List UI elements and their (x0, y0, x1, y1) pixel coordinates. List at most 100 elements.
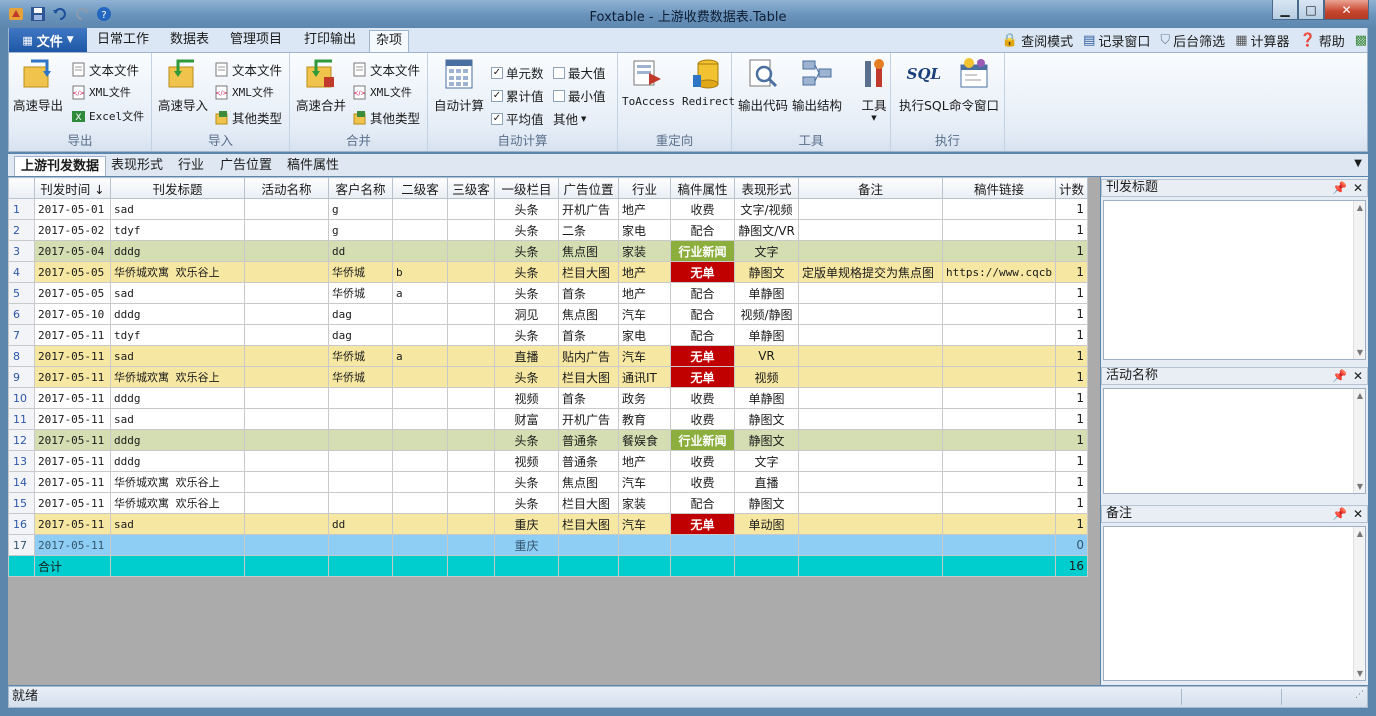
cell-l3[interactable] (447, 240, 495, 262)
cell-act[interactable] (244, 282, 329, 304)
cell-l2[interactable] (392, 492, 448, 514)
cell-cnt[interactable]: 1 (1054, 240, 1088, 262)
cell-attr[interactable]: 无单 (670, 366, 735, 388)
table-row[interactable]: 9 2017-05-11 华侨城欢寓 欢乐谷上 华侨城 头条 栏目大图 通讯IT 无单 视频 1 (8, 366, 1088, 388)
cell-cnt[interactable]: 1 (1054, 387, 1088, 409)
cell-attr[interactable]: 配合 (670, 303, 735, 325)
fast-merge-button[interactable]: 高速合并 (296, 57, 346, 114)
scrollbar[interactable]: ▲ ▼ (1353, 201, 1365, 359)
fast-import-button[interactable]: 高速导入 (158, 57, 208, 114)
export-code-button[interactable]: 输出代码 (738, 57, 788, 114)
tab-daily-work[interactable]: 日常工作 (91, 30, 155, 52)
row-number[interactable]: 4 (8, 261, 35, 283)
cell-ind[interactable]: 家装 (618, 240, 671, 262)
scroll-up-icon[interactable]: ▲ (1354, 529, 1366, 538)
redirect-button[interactable]: Redirect (682, 57, 735, 108)
cell-note[interactable] (798, 219, 943, 241)
cell-col[interactable]: 头条 (494, 366, 559, 388)
cumulative-checkbox[interactable]: ✓ 累计值 (491, 86, 544, 105)
cell-pos[interactable] (558, 534, 619, 556)
cell-note[interactable]: 定版单规格提交为焦点图 (798, 261, 943, 283)
row-number[interactable]: 17 (8, 534, 35, 556)
cell-date[interactable]: 2017-05-11 (34, 429, 111, 451)
cell-l2[interactable] (392, 198, 448, 220)
table-row[interactable]: 13 2017-05-11 dddg 视频 普通条 地产 收费 文字 1 (8, 450, 1088, 472)
column-header[interactable]: 客户名称 (328, 177, 393, 199)
maximize-button[interactable]: □ (1298, 0, 1324, 20)
cell-pos[interactable]: 首条 (558, 324, 619, 346)
cell-date[interactable]: 2017-05-11 (34, 450, 111, 472)
table-row[interactable]: 8 2017-05-11 sad 华侨城 a 直播 贴内广告 汽车 无单 VR 1 (8, 345, 1088, 367)
close-icon[interactable]: ✕ (1353, 368, 1363, 384)
lookup-mode-button[interactable]: 🔒 查阅模式 (1002, 31, 1073, 50)
cell-title[interactable]: sad (110, 282, 245, 304)
cell-link[interactable] (942, 345, 1056, 367)
cell-date[interactable]: 2017-05-11 (34, 408, 111, 430)
cell-act[interactable] (244, 345, 329, 367)
cell-link[interactable] (942, 219, 1056, 241)
cell-title[interactable]: dddg (110, 429, 245, 451)
cell-link[interactable] (942, 429, 1056, 451)
cell-act[interactable] (244, 534, 329, 556)
cell-act[interactable] (244, 387, 329, 409)
cell-cust[interactable]: g (328, 219, 393, 241)
cell-cust[interactable] (328, 408, 393, 430)
merge-other-button[interactable]: 其他类型 (352, 108, 420, 127)
cell-cust[interactable]: 华侨城 (328, 282, 393, 304)
cell-cnt[interactable]: 1 (1054, 198, 1088, 220)
cell-pos[interactable]: 首条 (558, 282, 619, 304)
cell-cust[interactable]: g (328, 198, 393, 220)
cell-l3[interactable] (447, 492, 495, 514)
cell-cust[interactable] (328, 450, 393, 472)
cell-link[interactable] (942, 366, 1056, 388)
cell-ind[interactable]: 地产 (618, 261, 671, 283)
column-header[interactable]: 计数 (1054, 177, 1088, 199)
cell-note[interactable] (798, 366, 943, 388)
import-other-button[interactable]: 其他类型 (214, 108, 282, 127)
to-access-button[interactable]: ToAccess (622, 57, 675, 108)
cell-attr[interactable]: 无单 (670, 513, 735, 535)
cell-act[interactable] (244, 324, 329, 346)
column-header[interactable]: 稿件链接 (942, 177, 1056, 199)
cell-pos[interactable]: 焦点图 (558, 303, 619, 325)
cell-title[interactable] (110, 534, 245, 556)
cell-cust[interactable]: dag (328, 324, 393, 346)
cell-link[interactable] (942, 450, 1056, 472)
cell-pos[interactable]: 开机广告 (558, 198, 619, 220)
cell-form[interactable]: 静图文 (734, 492, 799, 514)
cell-ind[interactable] (618, 534, 671, 556)
apps-icon[interactable]: ▩ (1355, 33, 1367, 48)
cell-cnt[interactable]: 1 (1054, 492, 1088, 514)
cell-l2[interactable] (392, 219, 448, 241)
cell-cust[interactable] (328, 471, 393, 493)
pin-icon[interactable]: 📌 (1332, 368, 1347, 384)
cell-l2[interactable] (392, 324, 448, 346)
column-header[interactable]: 三级客 (447, 177, 495, 199)
cell-attr[interactable]: 配合 (670, 282, 735, 304)
cell-pos[interactable]: 焦点图 (558, 240, 619, 262)
checkbox-checked[interactable]: ✓ (491, 112, 503, 125)
cell-cnt[interactable]: 1 (1054, 261, 1088, 283)
cell-l2[interactable] (392, 450, 448, 472)
sheet-tab-form[interactable]: 表现形式 (105, 156, 169, 176)
cell-cnt[interactable]: 1 (1054, 408, 1088, 430)
cell-attr[interactable]: 配合 (670, 219, 735, 241)
cell-col[interactable]: 头条 (494, 492, 559, 514)
export-excel-button[interactable]: X Excel文件 (71, 108, 144, 124)
table-row[interactable]: 2 2017-05-02 tdyf g 头条 二条 家电 配合 静图文/VR 1 (8, 219, 1088, 241)
cell-l3[interactable] (447, 387, 495, 409)
cell-link[interactable] (942, 492, 1056, 514)
cell-l3[interactable] (447, 429, 495, 451)
merge-text-button[interactable]: 文本文件 (352, 60, 420, 79)
cell-form[interactable]: 单静图 (734, 387, 799, 409)
cell-cnt[interactable]: 1 (1054, 513, 1088, 535)
cell-col[interactable]: 视频 (494, 387, 559, 409)
cell-form[interactable]: 静图文 (734, 261, 799, 283)
fast-export-button[interactable]: 高速导出 (13, 57, 63, 114)
cell-note[interactable] (798, 471, 943, 493)
cell-count-checkbox[interactable]: ✓ 单元数 (491, 63, 544, 82)
cell-l2[interactable] (392, 513, 448, 535)
cell-note[interactable] (798, 387, 943, 409)
cell-link[interactable] (942, 513, 1056, 535)
cell-cnt[interactable]: 1 (1054, 303, 1088, 325)
